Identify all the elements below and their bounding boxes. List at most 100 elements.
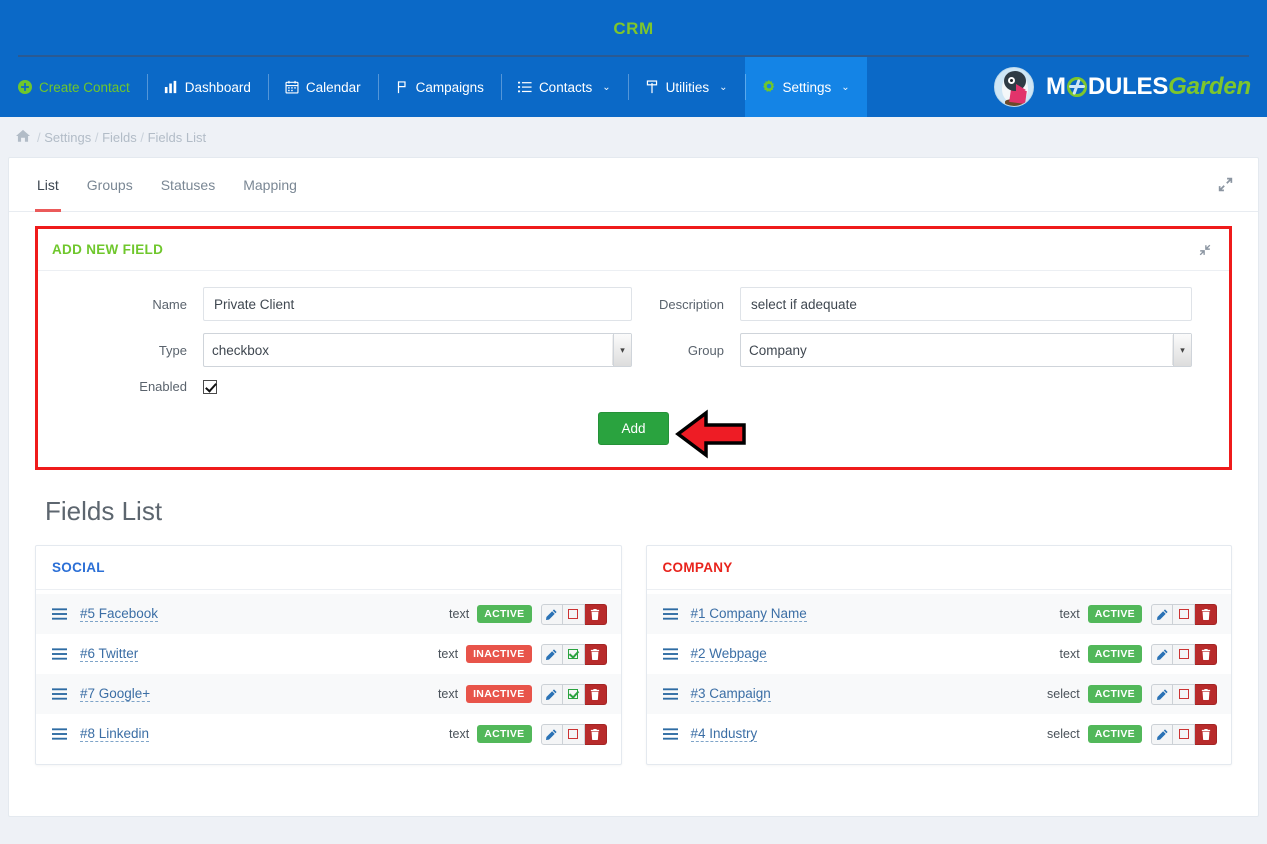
nav-item-label: Create Contact [39, 79, 130, 95]
mascot-bird-icon [994, 67, 1035, 107]
square-outline-red-icon [568, 729, 578, 739]
field-name-link[interactable]: #1 Company Name [690, 606, 807, 622]
home-icon[interactable] [16, 129, 30, 146]
tab-statuses[interactable]: Statuses [147, 159, 229, 211]
flag-icon [395, 80, 409, 94]
field-name-link[interactable]: #3 Campaign [690, 686, 771, 702]
fields-group-rows: #5 Facebook text ACTIVE #6 Twitter text INACT… [36, 590, 621, 764]
field-name-link[interactable]: #7 Google+ [80, 686, 151, 702]
toggle-status-button[interactable] [562, 683, 585, 705]
toggle-status-button[interactable] [562, 603, 585, 625]
delete-field-button[interactable] [584, 723, 607, 745]
field-group-name: Name [38, 287, 632, 321]
form-row-enabled: Enabled [38, 379, 1229, 394]
field-group-type: Type checkbox ▾ [38, 333, 632, 367]
nav-item-label: Campaigns [415, 79, 484, 95]
field-type-text: text [437, 647, 459, 661]
add-button[interactable]: Add [598, 412, 669, 445]
description-input[interactable] [740, 287, 1192, 321]
edit-field-button[interactable] [1151, 683, 1173, 705]
enabled-checkbox[interactable] [203, 379, 217, 394]
edit-field-button[interactable] [540, 603, 563, 625]
tab-list[interactable]: List [23, 159, 73, 212]
toggle-status-button[interactable] [1173, 683, 1195, 705]
field-name-link[interactable]: #5 Facebook [80, 606, 159, 622]
delete-field-button[interactable] [584, 643, 607, 665]
fields-group-card-company: COMPANY #1 Company Name text ACTIVE #2 Webpa… [645, 545, 1232, 765]
submit-row: Add [38, 409, 1229, 459]
fields-list-columns: SOCIAL #5 Facebook text ACTIVE #6 Twitter tex… [9, 545, 1258, 765]
type-select[interactable]: checkbox [203, 333, 632, 367]
drag-handle-icon[interactable] [52, 728, 67, 740]
edit-field-button[interactable] [540, 683, 563, 705]
edit-field-button[interactable] [1151, 723, 1173, 745]
square-outline-red-icon [1178, 609, 1189, 619]
toggle-status-button[interactable] [562, 643, 585, 665]
drag-handle-icon[interactable] [52, 608, 67, 620]
field-name-link[interactable]: #2 Webpage [690, 646, 767, 662]
nav-item-dashboard[interactable]: Dashboard [146, 57, 268, 117]
nav-item-settings[interactable]: Settings ⌄ [744, 57, 867, 117]
collapse-panel-icon[interactable] [1195, 240, 1215, 260]
field-name-link[interactable]: #8 Linkedin [80, 726, 150, 742]
delete-field-button[interactable] [584, 603, 607, 625]
group-select[interactable]: Company [740, 333, 1192, 367]
nav-item-campaigns[interactable]: Campaigns [377, 57, 501, 117]
drag-handle-icon[interactable] [52, 688, 67, 700]
drag-handle-icon[interactable] [662, 688, 678, 700]
delete-field-button[interactable] [1195, 683, 1217, 705]
row-actions [1151, 723, 1217, 745]
add-field-panel-wrap: ADD NEW FIELD Name Private Client Descri… [9, 212, 1258, 470]
field-type-text: text [449, 607, 470, 621]
fields-group-title: COMPANY [662, 560, 733, 575]
edit-field-button[interactable] [540, 643, 563, 665]
breadcrumb-separator: / [136, 129, 148, 145]
table-row: #8 Linkedin text ACTIVE [36, 714, 621, 754]
delete-field-button[interactable] [584, 683, 607, 705]
toggle-status-button[interactable] [1173, 723, 1195, 745]
tab-bar: List Groups Statuses Mapping [9, 158, 1258, 212]
nav-item-label: Utilities [665, 79, 710, 95]
nav-item-contacts[interactable]: Contacts ⌄ [500, 57, 628, 117]
expand-fullscreen-icon[interactable] [1212, 172, 1238, 198]
delete-field-button[interactable] [1195, 723, 1217, 745]
square-checked-green-icon [568, 689, 578, 699]
row-actions [540, 723, 607, 745]
nav-item-utilities[interactable]: Utilities ⌄ [627, 57, 745, 117]
field-name-link[interactable]: #6 Twitter [80, 646, 139, 662]
name-input[interactable] [203, 287, 632, 321]
edit-field-button[interactable] [1151, 643, 1173, 665]
nav-item-calendar[interactable]: Calendar [267, 57, 378, 117]
table-row: #2 Webpage text ACTIVE [647, 634, 1232, 674]
field-type-text: text [1059, 647, 1080, 661]
drag-handle-icon[interactable] [52, 648, 67, 660]
field-name-link[interactable]: #4 Industry [690, 726, 758, 742]
field-type-text: select [1047, 727, 1080, 741]
nav-item-label: Calendar [305, 79, 361, 95]
tab-groups[interactable]: Groups [73, 159, 147, 211]
field-type-text: text [437, 687, 459, 701]
breadcrumb-item-settings[interactable]: Settings [44, 130, 91, 145]
edit-field-button[interactable] [540, 723, 563, 745]
delete-field-button[interactable] [1195, 603, 1217, 625]
edit-field-button[interactable] [1151, 603, 1173, 625]
row-actions [540, 603, 607, 625]
status-badge: ACTIVE [1087, 685, 1142, 703]
toggle-status-button[interactable] [562, 723, 585, 745]
table-row: #6 Twitter text INACTIVE [36, 634, 621, 674]
gear-icon [762, 80, 776, 94]
toggle-status-button[interactable] [1173, 603, 1195, 625]
delete-field-button[interactable] [1195, 643, 1217, 665]
toggle-status-button[interactable] [1173, 643, 1195, 665]
status-badge: ACTIVE [477, 725, 532, 743]
panel-body: Name Description Type [38, 271, 1229, 467]
drag-handle-icon[interactable] [662, 728, 678, 740]
logo-text-garden: Garden [1168, 73, 1251, 100]
drag-handle-icon[interactable] [662, 648, 678, 660]
nav-item-create-contact[interactable]: Create Contact [0, 57, 147, 117]
tab-mapping[interactable]: Mapping [229, 159, 311, 211]
fields-group-header: SOCIAL [36, 546, 621, 590]
drag-handle-icon[interactable] [662, 608, 678, 620]
breadcrumb-item-fields[interactable]: Fields [102, 130, 137, 145]
page-brand-title: CRM [613, 19, 654, 38]
